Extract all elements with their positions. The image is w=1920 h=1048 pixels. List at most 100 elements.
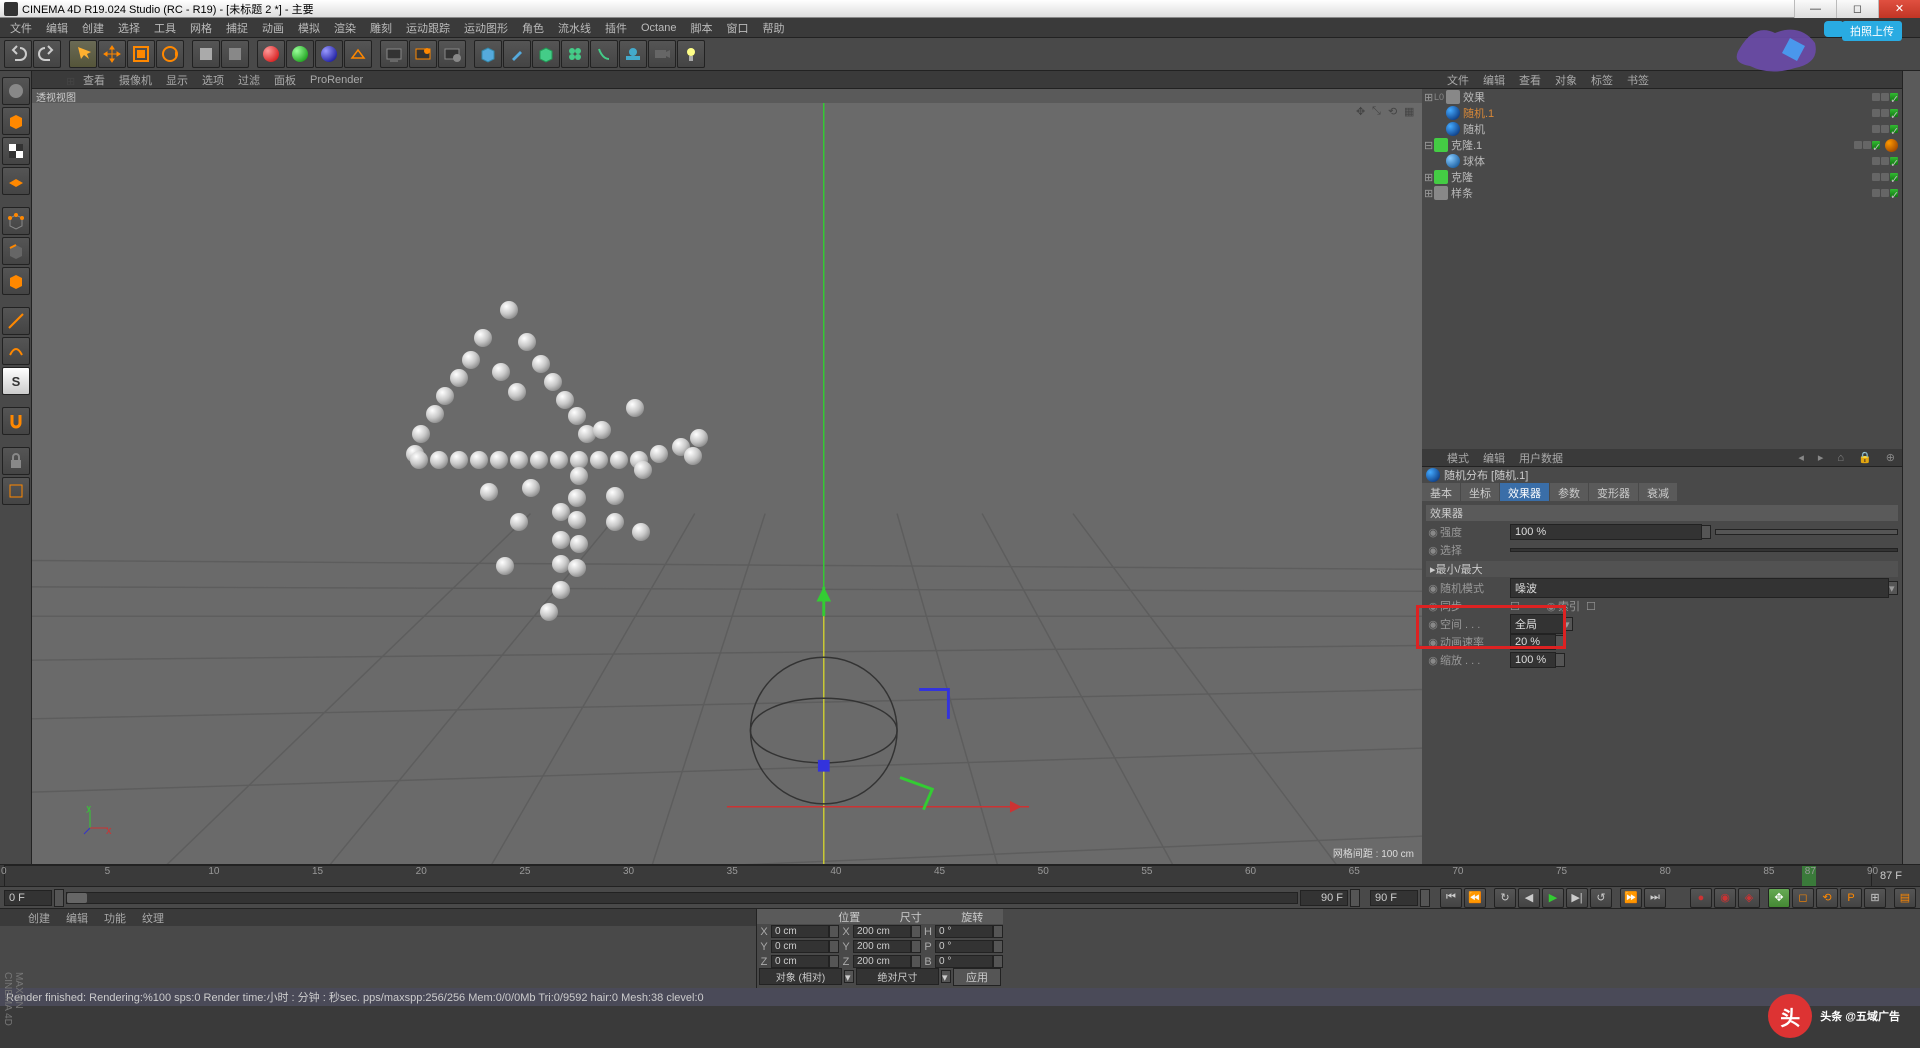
coord-system[interactable] (344, 40, 372, 68)
range-end[interactable]: 90 F (1370, 890, 1418, 906)
layout-strip[interactable] (1902, 71, 1920, 864)
minmax-header[interactable]: ▸ 最小/最大 (1426, 561, 1898, 577)
object-row[interactable]: ⊟克隆.1✓ (1422, 137, 1902, 153)
menu-运动图形[interactable]: 运动图形 (457, 18, 515, 38)
axis-tool[interactable] (2, 307, 30, 335)
lock-tool[interactable] (2, 447, 30, 475)
scale-field[interactable]: ◉缩放 . . .100 % (1426, 651, 1898, 669)
anim-speed-field[interactable]: ◉动画速率20 % (1426, 633, 1898, 651)
vp-config-icon[interactable]: ⊞ (66, 75, 80, 89)
sync-index-row[interactable]: ◉同步☐◉索引☐ (1426, 597, 1898, 615)
pos-key[interactable]: ✥ (1768, 888, 1790, 908)
workplane[interactable] (2, 167, 30, 195)
recent-tool[interactable] (192, 40, 220, 68)
range-end-left[interactable]: 90 F (1300, 890, 1348, 906)
render-view[interactable] (380, 40, 408, 68)
maximize-button[interactable]: ◻ (1836, 0, 1878, 18)
goto-end[interactable]: ⏭ (1644, 888, 1666, 908)
next-frame[interactable]: ▶| (1566, 888, 1588, 908)
play-backward[interactable]: ↻ (1494, 888, 1516, 908)
rot-key[interactable]: ⟲ (1816, 888, 1838, 908)
menu-雕刻[interactable]: 雕刻 (363, 18, 399, 38)
tweak-tool[interactable] (2, 337, 30, 365)
vp-menu-item[interactable]: 过滤 (231, 70, 267, 90)
param-key[interactable]: P (1840, 888, 1862, 908)
select-tool[interactable] (69, 40, 97, 68)
loop-button[interactable]: ↺ (1590, 888, 1612, 908)
upload-badge[interactable]: 拍照上传 (1842, 21, 1902, 41)
menu-选择[interactable]: 选择 (111, 18, 147, 38)
object-manager-tree[interactable]: ⊞L0效果✓随机.1✓随机✓⊟克隆.1✓球体✓⊞克隆✓⊞样条✓ (1422, 89, 1902, 449)
object-row[interactable]: ⊞克隆✓ (1422, 169, 1902, 185)
menu-运动跟踪[interactable]: 运动跟踪 (399, 18, 457, 38)
rotate-tool[interactable] (156, 40, 184, 68)
menu-渲染[interactable]: 渲染 (327, 18, 363, 38)
timeline-window[interactable]: ▤ (1894, 888, 1916, 908)
polygon-mode[interactable] (2, 267, 30, 295)
menu-Octane[interactable]: Octane (634, 20, 683, 36)
apply-button[interactable]: 应用 (953, 968, 1001, 986)
model-mode[interactable] (2, 107, 30, 135)
timeline-ruler[interactable]: 05101520253035404550556065707580858790 8… (0, 864, 1920, 886)
deformer-tool[interactable] (590, 40, 618, 68)
am-tab[interactable]: 基本 (1422, 483, 1460, 501)
am-tab[interactable]: 参数 (1550, 483, 1588, 501)
range-slider[interactable] (66, 892, 1298, 904)
z-axis-toggle[interactable] (315, 40, 343, 68)
vp-menu-item[interactable]: 显示 (159, 70, 195, 90)
menu-流水线[interactable]: 流水线 (551, 18, 598, 38)
move-tool[interactable] (98, 40, 126, 68)
redo-button[interactable] (33, 40, 61, 68)
selection-field[interactable]: ◉选择 (1426, 541, 1898, 559)
object-row[interactable]: 随机✓ (1422, 121, 1902, 137)
vp-menu-item[interactable]: 选项 (195, 70, 231, 90)
am-tab[interactable]: 变形器 (1589, 483, 1638, 501)
locked-axis[interactable] (221, 40, 249, 68)
menu-角色[interactable]: 角色 (515, 18, 551, 38)
camera-tool[interactable] (648, 40, 676, 68)
edge-mode[interactable] (2, 237, 30, 265)
object-row[interactable]: 随机.1✓ (1422, 105, 1902, 121)
viewport-nav-icons[interactable]: ✥⤡⟲▦ (1356, 105, 1418, 119)
keyframe-sel[interactable]: ◈ (1738, 888, 1760, 908)
material-manager[interactable]: 创建编辑功能纹理 (0, 909, 756, 988)
pen-tool[interactable] (503, 40, 531, 68)
render-settings[interactable] (438, 40, 466, 68)
am-tab[interactable]: 衰减 (1639, 483, 1677, 501)
menu-文件[interactable]: 文件 (3, 18, 39, 38)
close-button[interactable]: ✕ (1878, 0, 1920, 18)
light-tool[interactable] (677, 40, 705, 68)
texture-mode[interactable] (2, 137, 30, 165)
menu-动画[interactable]: 动画 (255, 18, 291, 38)
goto-start[interactable]: ⏮ (1440, 888, 1462, 908)
menu-编辑[interactable]: 编辑 (39, 18, 75, 38)
object-row[interactable]: ⊞样条✓ (1422, 185, 1902, 201)
am-tab[interactable]: 效果器 (1500, 483, 1549, 501)
space-field[interactable]: ◉空间 . . .全局▾ (1426, 615, 1898, 633)
coordinate-manager[interactable]: 位置尺寸旋转 X0 cmX200 cmH0 ° Y0 cmY200 cmP0 °… (756, 909, 1003, 988)
cloud-icon[interactable] (1824, 21, 1844, 37)
attribute-tabs[interactable]: 基本坐标效果器参数变形器衰减 (1422, 483, 1902, 501)
range-start[interactable]: 0 F (4, 890, 52, 906)
scale-tool[interactable] (127, 40, 155, 68)
menu-脚本[interactable]: 脚本 (683, 18, 719, 38)
scale-key[interactable]: ◻ (1792, 888, 1814, 908)
make-editable[interactable] (2, 77, 30, 105)
vp-menu-item[interactable]: 面板 (267, 70, 303, 90)
random-mode-field[interactable]: ◉随机模式噪波▾ (1426, 579, 1898, 597)
prev-frame[interactable]: ◀ (1518, 888, 1540, 908)
autokey-button[interactable]: ◉ (1714, 888, 1736, 908)
goto-nextkey[interactable]: ⏩ (1620, 888, 1642, 908)
x-axis-toggle[interactable] (257, 40, 285, 68)
record-button[interactable]: ● (1690, 888, 1712, 908)
menu-网格[interactable]: 网格 (183, 18, 219, 38)
minimize-button[interactable]: — (1794, 0, 1836, 18)
menu-帮助[interactable]: 帮助 (755, 18, 791, 38)
menu-窗口[interactable]: 窗口 (719, 18, 755, 38)
environment[interactable] (619, 40, 647, 68)
magnet-tool[interactable] (2, 407, 30, 435)
menu-插件[interactable]: 插件 (598, 18, 634, 38)
play-button[interactable]: ▶ (1542, 888, 1564, 908)
snap-tool[interactable]: S (2, 367, 30, 395)
object-row[interactable]: ⊞L0效果✓ (1422, 89, 1902, 105)
